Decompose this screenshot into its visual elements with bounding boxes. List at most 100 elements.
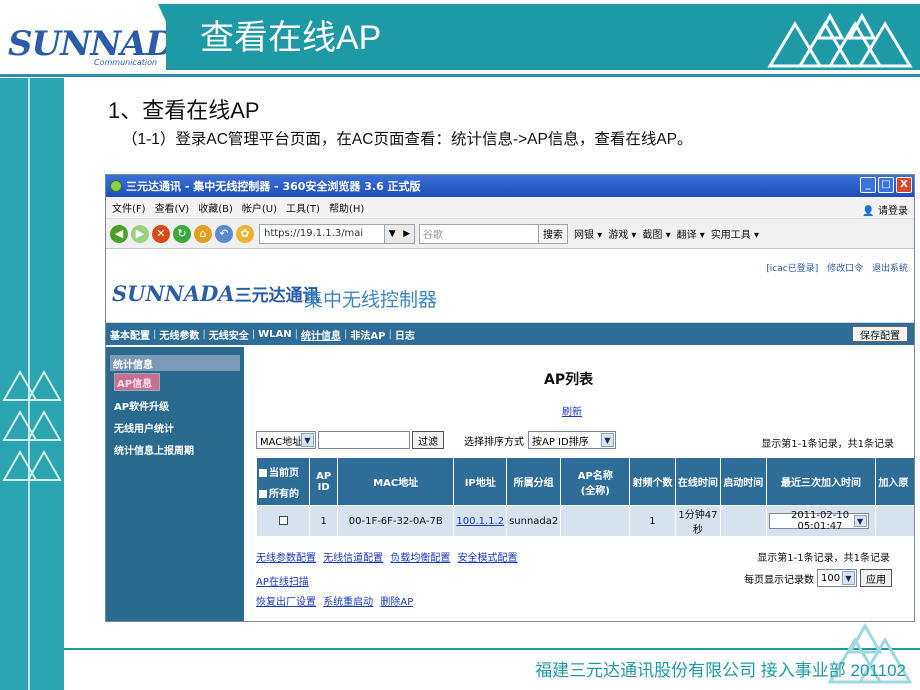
slide-subheading: （1-1）登录AC管理平台页面，在AC页面查看：统计信息->AP信息，查看在线A… <box>122 131 693 148</box>
address-bar[interactable]: https://19.1.1.3/mai <box>259 223 385 244</box>
sort-label: 选择排序方式 <box>464 436 524 448</box>
app-banner: SUNNADA三元达通讯 集中无线控制器 [icac已登录] 修改口令 退出系统 <box>106 249 914 323</box>
nav-wireless-security[interactable]: 无线安全 <box>209 327 249 342</box>
per-page-select[interactable]: 100 ▼ <box>817 569 857 587</box>
login-status: [icac已登录] <box>766 264 819 274</box>
slide-header: SUNNADA Communication 查看在线AP <box>0 0 920 78</box>
close-button[interactable]: X <box>896 177 912 193</box>
sort-select[interactable]: 按AP ID排序 ▼ <box>528 431 616 449</box>
filter-button[interactable]: 过滤 <box>412 431 444 449</box>
logout-link[interactable]: 退出系统 <box>872 264 908 274</box>
nav-basic-config[interactable]: 基本配置 <box>110 327 150 342</box>
table-header-row: 当前页 所有的 AP ID MAC地址 IP地址 所属分组 AP名称 (全称) … <box>255 457 914 506</box>
save-config-button[interactable]: 保存配置 <box>852 326 908 342</box>
undo-icon[interactable]: ↶ <box>215 224 233 243</box>
row-select-cell <box>255 505 311 537</box>
back-icon[interactable]: ◀ <box>110 224 128 243</box>
nav-log[interactable]: 日志 <box>395 327 415 342</box>
login-link[interactable]: 👤 请登录 <box>862 202 908 217</box>
nav-statistics[interactable]: 统计信息 <box>301 327 341 342</box>
cell-ap-name <box>560 505 631 537</box>
stop-icon[interactable]: ✕ <box>152 224 170 243</box>
menu-file[interactable]: 文件(F) <box>112 200 146 215</box>
select-current-label: 当前页 <box>269 467 299 479</box>
browser-window: 三元达通讯 - 集中无线控制器 - 360安全浏览器 3.6 正式版 _ □ X… <box>105 174 915 622</box>
menu-favorites[interactable]: 收藏(B) <box>198 200 233 215</box>
app-logo: SUNNADA三元达通讯 <box>112 281 320 306</box>
filter-input[interactable] <box>318 431 410 449</box>
cell-group: sunnada2 <box>506 505 562 537</box>
col-ap-name-label: AP名称 <box>577 470 613 482</box>
toolbar-screenshot[interactable]: 截图 ▾ <box>642 226 670 241</box>
filter-row: MAC地址 ▼ 过滤 选择排序方式 按AP ID排序 ▼ <box>256 431 616 449</box>
menu-view[interactable]: 查看(V) <box>155 200 190 215</box>
apply-button[interactable]: 应用 <box>860 569 892 587</box>
address-dropdown[interactable]: ▼ ▶ <box>385 223 415 244</box>
factory-reset-link[interactable]: 恢复出厂设置 <box>256 597 316 608</box>
toolbar-translate[interactable]: 翻译 ▾ <box>677 226 705 241</box>
maximize-button[interactable]: □ <box>878 177 894 193</box>
col-ap-name-all[interactable]: (全称) <box>563 482 627 497</box>
col-group: 所属分组 <box>506 457 562 506</box>
cell-rf-count: 1 <box>629 505 676 537</box>
system-links: 恢复出厂设置 系统重启动 删除AP <box>256 593 417 608</box>
cell-ap-id: 1 <box>309 505 339 537</box>
sidebar-item-ap-info[interactable]: AP信息 <box>114 373 160 391</box>
record-summary-bottom: 显示第1-1条记录，共1条记录 <box>757 553 890 564</box>
security-mode-config-link[interactable]: 安全模式配置 <box>458 553 518 564</box>
chevron-down-icon: ▼ <box>601 433 614 447</box>
system-restart-link[interactable]: 系统重启动 <box>323 597 373 608</box>
slide-heading: 1、查看在线AP <box>108 98 260 123</box>
select-all-label: 所有的 <box>269 488 299 500</box>
select-current-page[interactable]: 当前页 <box>259 464 307 479</box>
search-input[interactable]: 谷歌 <box>419 223 539 244</box>
forward-icon[interactable]: ▶ <box>131 224 149 243</box>
sidebar-item-report-period[interactable]: 统计信息上报周期 <box>114 438 244 460</box>
menu-bar: 文件(F) 查看(V) 收藏(B) 帐户(U) 工具(T) 帮助(H) 👤 请登… <box>106 197 914 219</box>
filter-field-value: MAC地址 <box>260 436 303 448</box>
ap-table: 当前页 所有的 AP ID MAC地址 IP地址 所属分组 AP名称 (全称) … <box>255 457 914 537</box>
nav-wireless-params[interactable]: 无线参数 <box>159 327 199 342</box>
triangle-decoration-icon <box>767 12 913 68</box>
logo-subtitle: Communication <box>94 58 158 67</box>
window-controls: _ □ X <box>860 177 912 193</box>
minimize-button[interactable]: _ <box>860 177 876 193</box>
menu-tools[interactable]: 工具(T) <box>286 200 320 215</box>
col-ap-name: AP名称 (全称) <box>560 457 631 506</box>
filter-field-select[interactable]: MAC地址 ▼ <box>256 431 316 449</box>
cell-recent-join: 2011-02-10 05:01:47 ▼ <box>765 505 877 537</box>
col-online-time: 在线时间 <box>674 457 722 506</box>
app-nav: 基本配置 | 无线参数 | 无线安全 | WLAN | 统计信息 | 非法AP | 日志 保… <box>106 323 914 345</box>
cell-ip-link[interactable]: 100.1.1.2 <box>453 505 508 537</box>
top-rule <box>0 74 920 77</box>
ap-online-scan-link[interactable]: AP在线扫描 <box>256 573 309 588</box>
wireless-params-config-link[interactable]: 无线参数配置 <box>256 553 316 564</box>
cell-start-time <box>720 505 767 537</box>
load-balance-config-link[interactable]: 负载均衡配置 <box>390 553 450 564</box>
toolbar-netbank[interactable]: 网银 ▾ <box>574 226 602 241</box>
row-checkbox[interactable] <box>278 516 288 525</box>
nav-wlan[interactable]: WLAN <box>258 329 292 340</box>
refresh-link[interactable]: 刷新 <box>562 403 582 418</box>
nav-rogue-ap[interactable]: 非法AP <box>350 327 385 342</box>
recent-join-select[interactable]: 2011-02-10 05:01:47 ▼ <box>768 510 869 532</box>
refresh-icon[interactable]: ↻ <box>173 224 191 243</box>
per-page-label: 每页显示记录数 <box>744 574 814 586</box>
change-password-link[interactable]: 修改口令 <box>827 264 863 274</box>
sidebar-item-ap-upgrade[interactable]: AP软件升级 <box>114 394 244 416</box>
select-all[interactable]: 所有的 <box>259 485 307 500</box>
paw-icon[interactable]: ✿ <box>236 224 254 243</box>
sidebar-item-user-stats[interactable]: 无线用户统计 <box>114 416 244 438</box>
toolbar-games[interactable]: 游戏 ▾ <box>608 226 636 241</box>
menu-account[interactable]: 帐户(U) <box>242 200 277 215</box>
wireless-channel-config-link[interactable]: 无线信道配置 <box>323 553 383 564</box>
toolbar-tools[interactable]: 实用工具 ▾ <box>711 226 759 241</box>
cell-mac: 00-1F-6F-32-0A-7B <box>337 505 455 537</box>
search-button[interactable]: 搜索 <box>539 223 568 244</box>
per-page-control: 每页显示记录数 100 ▼ 应用 <box>744 569 892 587</box>
per-page-value: 100 <box>821 572 841 584</box>
delete-ap-link[interactable]: 删除AP <box>380 597 413 608</box>
menu-help[interactable]: 帮助(H) <box>329 200 364 215</box>
home-icon[interactable]: ⌂ <box>194 224 212 243</box>
col-ip: IP地址 <box>453 457 508 506</box>
